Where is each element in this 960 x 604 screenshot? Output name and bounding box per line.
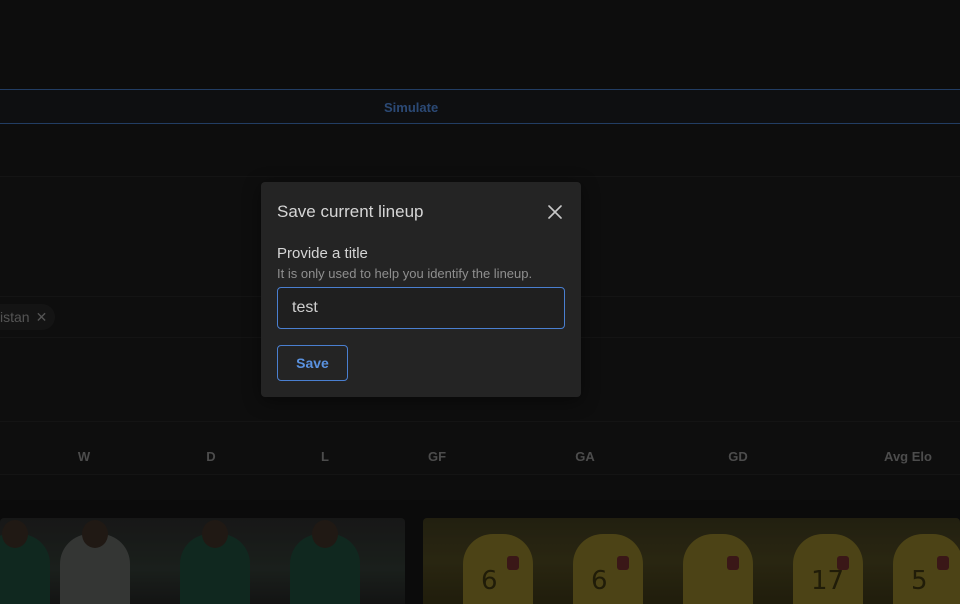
save-button[interactable]: Save	[277, 345, 348, 381]
title-field-label: Provide a title	[277, 245, 368, 262]
save-lineup-dialog: Save current lineup Provide a title It i…	[261, 182, 581, 397]
page: Simulate istan ✕ W D L GF GA GD Avg Elo …	[0, 0, 960, 604]
title-field-description: It is only used to help you identify the…	[277, 266, 533, 281]
lineup-title-input[interactable]	[277, 287, 565, 329]
close-icon-glyph	[548, 205, 562, 219]
close-icon[interactable]	[545, 202, 565, 222]
dialog-title: Save current lineup	[277, 202, 424, 221]
